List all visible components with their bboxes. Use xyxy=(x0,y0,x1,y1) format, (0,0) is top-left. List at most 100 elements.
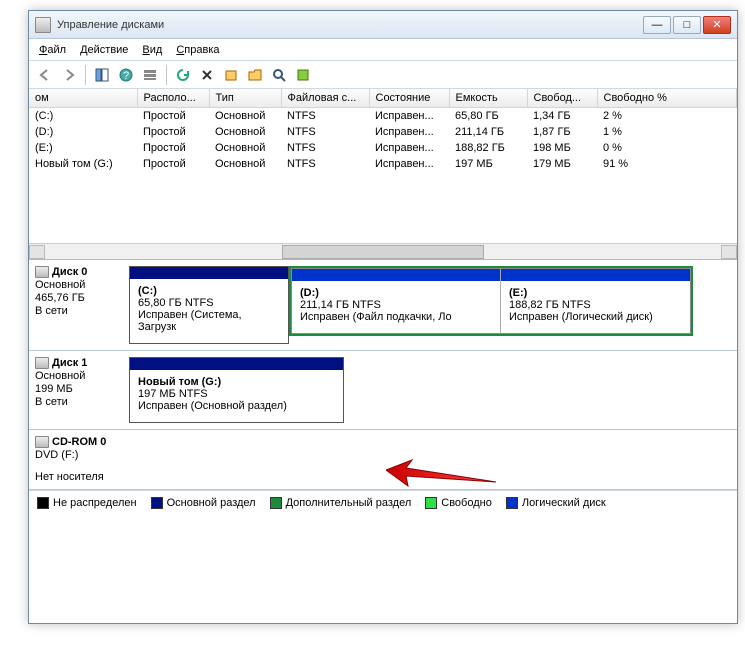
legend-unalloc: Не распределен xyxy=(37,497,137,509)
cell-type: Основной xyxy=(209,156,281,172)
disk-management-window: Управление дисками — □ ✕ Файл Действие В… xyxy=(28,10,738,624)
vol-g-size: 197 МБ NTFS xyxy=(138,388,335,400)
horizontal-scrollbar[interactable] xyxy=(29,243,737,259)
vol-c-status: Исправен (Система, Загрузк xyxy=(138,309,280,333)
cell-free: 179 МБ xyxy=(527,156,597,172)
cell-fs: NTFS xyxy=(281,156,369,172)
table-row[interactable]: (C:)ПростойОсновнойNTFSИсправен...65,80 … xyxy=(29,108,737,125)
toolbar: ? xyxy=(29,61,737,89)
cell-pct: 0 % xyxy=(597,140,737,156)
cell-free: 1,34 ГБ xyxy=(527,108,597,125)
cell-cap: 211,14 ГБ xyxy=(449,124,527,140)
col-free[interactable]: Свобод... xyxy=(527,89,597,108)
cell-fs: NTFS xyxy=(281,108,369,125)
cell-cap: 65,80 ГБ xyxy=(449,108,527,125)
vol-e-size: 188,82 ГБ NTFS xyxy=(509,299,682,311)
vol-c-size: 65,80 ГБ NTFS xyxy=(138,297,280,309)
col-type[interactable]: Тип xyxy=(209,89,281,108)
cell-status: Исправен... xyxy=(369,140,449,156)
svg-text:?: ? xyxy=(123,70,129,82)
minimize-button[interactable]: — xyxy=(643,16,671,34)
cdrom-status: Нет носителя xyxy=(35,471,733,483)
close-button[interactable]: ✕ xyxy=(703,16,731,34)
volume-c[interactable]: (C:) 65,80 ГБ NTFS Исправен (Система, За… xyxy=(129,266,289,344)
cell-vol: (D:) xyxy=(29,124,137,140)
cell-layout: Простой xyxy=(137,140,209,156)
search-button[interactable] xyxy=(269,65,289,85)
cdrom-name: CD-ROM 0 xyxy=(52,436,106,448)
cell-layout: Простой xyxy=(137,124,209,140)
cell-type: Основной xyxy=(209,140,281,156)
cell-type: Основной xyxy=(209,108,281,125)
col-capacity[interactable]: Емкость xyxy=(449,89,527,108)
refresh-button[interactable] xyxy=(173,65,193,85)
menu-help[interactable]: Справка xyxy=(176,44,219,56)
col-status[interactable]: Состояние xyxy=(369,89,449,108)
back-button[interactable] xyxy=(35,65,55,85)
cell-pct: 2 % xyxy=(597,108,737,125)
forward-button[interactable] xyxy=(59,65,79,85)
cdrom-type: DVD (F:) xyxy=(35,449,733,461)
volume-grid: ом Располо... Тип Файловая с... Состояни… xyxy=(29,89,737,259)
volume-e[interactable]: (E:) 188,82 ГБ NTFS Исправен (Логический… xyxy=(501,268,691,334)
table-row[interactable]: (D:)ПростойОсновнойNTFSИсправен...211,14… xyxy=(29,124,737,140)
cell-vol: (E:) xyxy=(29,140,137,156)
list-view-button[interactable] xyxy=(140,65,160,85)
cell-pct: 1 % xyxy=(597,124,737,140)
window-title: Управление дисками xyxy=(57,19,643,31)
disk-row-1[interactable]: Диск 1 Основной 199 МБ В сети Новый том … xyxy=(29,351,737,430)
settings-button[interactable] xyxy=(293,65,313,85)
volume-d[interactable]: (D:) 211,14 ГБ NTFS Исправен (Файл подка… xyxy=(291,268,501,334)
disk0-size: 465,76 ГБ xyxy=(35,292,125,304)
cell-layout: Простой xyxy=(137,108,209,125)
legend-free: Свободно xyxy=(425,497,492,509)
cell-fs: NTFS xyxy=(281,124,369,140)
cell-fs: NTFS xyxy=(281,140,369,156)
scroll-right-icon[interactable] xyxy=(721,245,737,259)
help-button[interactable]: ? xyxy=(116,65,136,85)
titlebar[interactable]: Управление дисками — □ ✕ xyxy=(29,11,737,39)
scroll-thumb[interactable] xyxy=(282,245,485,259)
properties-button[interactable] xyxy=(221,65,241,85)
cell-vol: (C:) xyxy=(29,108,137,125)
cdrom-row[interactable]: CD-ROM 0 DVD (F:) Нет носителя xyxy=(29,430,737,490)
cell-cap: 188,82 ГБ xyxy=(449,140,527,156)
table-row[interactable]: (E:)ПростойОсновнойNTFSИсправен...188,82… xyxy=(29,140,737,156)
cdrom-icon xyxy=(35,436,49,448)
extended-partition: (D:) 211,14 ГБ NTFS Исправен (Файл подка… xyxy=(289,266,693,336)
vol-e-name: (E:) xyxy=(509,287,682,299)
menu-view[interactable]: Вид xyxy=(142,44,162,56)
disk-map-pane: Диск 0 Основной 465,76 ГБ В сети (C:) 65… xyxy=(29,259,737,490)
disk-row-0[interactable]: Диск 0 Основной 465,76 ГБ В сети (C:) 65… xyxy=(29,260,737,351)
col-fs[interactable]: Файловая с... xyxy=(281,89,369,108)
show-tree-button[interactable] xyxy=(92,65,112,85)
app-icon xyxy=(35,17,51,33)
legend-logical: Логический диск xyxy=(506,497,606,509)
legend: Не распределен Основной раздел Дополните… xyxy=(29,490,737,515)
delete-button[interactable] xyxy=(197,65,217,85)
cell-status: Исправен... xyxy=(369,124,449,140)
menubar: Файл Действие Вид Справка xyxy=(29,39,737,61)
menu-file[interactable]: Файл xyxy=(39,44,66,56)
open-button[interactable] xyxy=(245,65,265,85)
disk-icon xyxy=(35,357,49,369)
scroll-left-icon[interactable] xyxy=(29,245,45,259)
vol-d-status: Исправен (Файл подкачки, Ло xyxy=(300,311,492,323)
maximize-button[interactable]: □ xyxy=(673,16,701,34)
col-layout[interactable]: Располо... xyxy=(137,89,209,108)
col-volume[interactable]: ом xyxy=(29,89,137,108)
disk1-size: 199 МБ xyxy=(35,383,125,395)
volume-g[interactable]: Новый том (G:) 197 МБ NTFS Исправен (Осн… xyxy=(129,357,344,423)
disk0-status: В сети xyxy=(35,305,125,317)
col-freepct[interactable]: Свободно % xyxy=(597,89,737,108)
cell-layout: Простой xyxy=(137,156,209,172)
vol-g-name: Новый том (G:) xyxy=(138,376,335,388)
vol-d-name: (D:) xyxy=(300,287,492,299)
cell-pct: 91 % xyxy=(597,156,737,172)
vol-e-status: Исправен (Логический диск) xyxy=(509,311,682,323)
vol-c-name: (C:) xyxy=(138,285,280,297)
table-row[interactable]: Новый том (G:)ПростойОсновнойNTFSИсправе… xyxy=(29,156,737,172)
cell-vol: Новый том (G:) xyxy=(29,156,137,172)
disk0-name: Диск 0 xyxy=(52,266,87,278)
menu-action[interactable]: Действие xyxy=(80,44,128,56)
